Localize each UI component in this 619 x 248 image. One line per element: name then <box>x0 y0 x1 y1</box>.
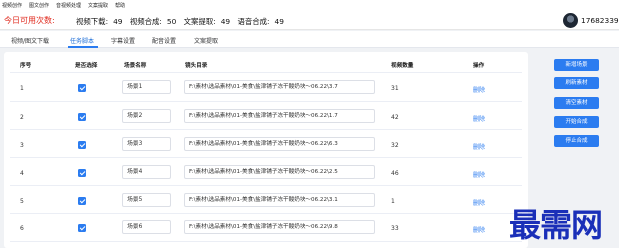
divider <box>10 129 522 130</box>
scene-name-input[interactable]: 场景3 <box>122 137 171 151</box>
header-scene-name: 场景名称 <box>124 63 147 69</box>
tab-subtitle-settings[interactable]: 字幕设置 <box>111 36 135 45</box>
video-count: 46 <box>391 170 399 177</box>
app-window: 视频创作 图文创作 音视频处理 文案提取 帮助 今日可用次数: 视频下载: 49 … <box>0 0 619 248</box>
delete-link[interactable]: 删除 <box>473 142 485 151</box>
video-download-label: 视频下载: <box>76 17 109 26</box>
scene-name-input[interactable]: 场景4 <box>122 165 171 179</box>
row-index: 3 <box>20 142 24 149</box>
shot-dir-input[interactable]: F:\素材\选品素材\01-美食\盐津铺子冻干酸奶块～06.22\1.7 <box>184 109 375 123</box>
active-tab-indicator <box>68 46 98 48</box>
usage-stats: 视频下载: 49 视频合成: 50 文案提取: 49 语音合成: 49 <box>76 16 289 27</box>
menu-copy-extract[interactable]: 文案提取 <box>88 2 108 9</box>
table-row: 2 场景2 F:\素材\选品素材\01-美食\盐津铺子冻干酸奶块～06.22\1… <box>4 106 528 130</box>
video-count: 1 <box>391 198 395 205</box>
scene-name-input[interactable]: 场景6 <box>122 220 171 234</box>
row-index: 4 <box>20 170 24 177</box>
copy-extract-label: 文案提取: <box>183 17 216 26</box>
row-index: 6 <box>20 225 24 232</box>
user-phone: 17682339730 <box>581 16 619 25</box>
header-video-count: 视频数量 <box>391 63 414 69</box>
video-count: 33 <box>391 225 399 232</box>
divider <box>10 157 522 158</box>
menu-video-create[interactable]: 视频创作 <box>2 2 22 9</box>
shot-dir-input[interactable]: F:\素材\选品素材\01-美食\盐津铺子冻干酸奶块～06.22\6.3 <box>184 137 375 151</box>
divider <box>10 101 522 102</box>
tab-download[interactable]: 视频/图文下载 <box>11 36 49 45</box>
start-compose-button[interactable]: 开始合成 <box>554 116 599 128</box>
table-row: 1 场景1 F:\素材\选品素材\01-美食\盐津铺子冻干酸奶块～06.22\3… <box>4 77 528 101</box>
delete-link[interactable]: 删除 <box>473 170 485 179</box>
delete-link[interactable]: 删除 <box>473 114 485 123</box>
video-compose-count: 50 <box>166 17 177 26</box>
divider <box>10 241 522 242</box>
row-select-checkbox[interactable] <box>78 197 86 205</box>
delete-link[interactable]: 删除 <box>473 85 485 94</box>
avatar[interactable] <box>563 13 578 28</box>
voice-compose-label: 语音合成: <box>237 17 270 26</box>
divider <box>10 213 522 214</box>
copy-extract-count: 49 <box>220 17 231 26</box>
menu-help[interactable]: 帮助 <box>115 2 125 9</box>
tab-voice-settings[interactable]: 配音设置 <box>152 36 176 45</box>
table-row: 5 场景5 F:\素材\选品素材\01-美食\盐津铺子冻干酸奶块～06.22\3… <box>4 190 528 214</box>
row-select-checkbox[interactable] <box>78 84 86 92</box>
stop-compose-button[interactable]: 停止合成 <box>554 135 599 147</box>
video-count: 42 <box>391 114 399 121</box>
add-scene-button[interactable]: 新增场景 <box>554 59 599 71</box>
video-count: 31 <box>391 85 399 92</box>
scene-name-input[interactable]: 场景2 <box>122 109 171 123</box>
row-index: 5 <box>20 198 24 205</box>
shot-dir-input[interactable]: F:\素材\选品素材\01-美食\盐津铺子冻干酸奶块～06.22\2.5 <box>184 165 375 179</box>
divider <box>10 72 522 73</box>
shot-dir-input[interactable]: F:\素材\选品素材\01-美食\盐津铺子冻干酸奶块～06.22\3.7 <box>184 80 375 94</box>
table-row: 3 场景3 F:\素材\选品素材\01-美食\盐津铺子冻干酸奶块～06.22\6… <box>4 134 528 158</box>
table-row: 6 场景6 F:\素材\选品素材\01-美食\盐津铺子冻干酸奶块～06.22\9… <box>4 217 528 241</box>
row-index: 1 <box>20 85 24 92</box>
refresh-material-button[interactable]: 刷新素材 <box>554 77 599 89</box>
usage-status-bar: 今日可用次数: 视频下载: 49 视频合成: 50 文案提取: 49 语音合成: 49 … <box>0 11 619 30</box>
delete-link[interactable]: 删除 <box>473 198 485 207</box>
scene-name-input[interactable]: 场景5 <box>122 193 171 207</box>
menu-bar: 视频创作 图文创作 音视频处理 文案提取 帮助 <box>0 0 619 11</box>
watermark-text: 最需网 <box>509 206 603 244</box>
user-account[interactable]: 17682339730 <box>563 13 619 28</box>
video-compose-label: 视频合成: <box>129 17 162 26</box>
tab-copy-extract[interactable]: 文案提取 <box>194 36 218 45</box>
video-count: 32 <box>391 142 399 149</box>
delete-link[interactable]: 删除 <box>473 225 485 234</box>
header-action: 操作 <box>473 63 485 69</box>
header-shot-dir: 镜头目录 <box>185 63 208 69</box>
row-select-checkbox[interactable] <box>78 169 86 177</box>
tab-task-script[interactable]: 任务脚本 <box>70 36 94 45</box>
divider <box>10 185 522 186</box>
row-select-checkbox[interactable] <box>78 141 86 149</box>
task-table: 序号 是否选择 场景名称 镜头目录 视频数量 操作 1 场景1 F:\素材\选品… <box>4 52 528 248</box>
usage-title: 今日可用次数: <box>4 16 55 25</box>
menu-av-process[interactable]: 音视频处理 <box>56 2 81 9</box>
clear-material-button[interactable]: 清空素材 <box>554 97 599 109</box>
table-row: 4 场景4 F:\素材\选品素材\01-美食\盐津铺子冻干酸奶块～06.22\2… <box>4 162 528 186</box>
header-select: 是否选择 <box>75 63 98 69</box>
row-select-checkbox[interactable] <box>78 224 86 232</box>
shot-dir-input[interactable]: F:\素材\选品素材\01-美食\盐津铺子冻干酸奶块～06.22\9.8 <box>184 220 375 234</box>
menu-image-create[interactable]: 图文创作 <box>29 2 49 9</box>
header-index: 序号 <box>20 63 32 69</box>
row-select-checkbox[interactable] <box>78 113 86 121</box>
scene-name-input[interactable]: 场景1 <box>122 80 171 94</box>
shot-dir-input[interactable]: F:\素材\选品素材\01-美食\盐津铺子冻干酸奶块～06.22\3.1 <box>184 193 375 207</box>
voice-compose-count: 49 <box>274 17 284 26</box>
row-index: 2 <box>20 114 24 121</box>
tab-bar: 视频/图文下载 任务脚本 字幕设置 配音设置 文案提取 <box>0 31 619 48</box>
video-download-count: 49 <box>113 17 123 26</box>
